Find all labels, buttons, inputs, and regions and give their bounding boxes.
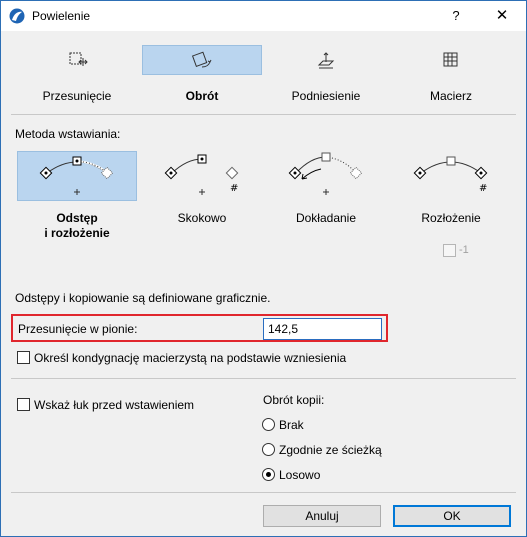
minus-one-label: -1 <box>459 244 469 256</box>
method-spacing-label-line2: i rozłożenie <box>44 226 110 240</box>
insertion-method-label: Metoda wstawiania: <box>15 127 121 141</box>
tab-matrix-label: Macierz <box>429 89 472 103</box>
vertical-offset-input[interactable]: 142,5 <box>263 318 382 340</box>
method-spacing-label-line1: Odstęp <box>56 211 98 225</box>
rotation-path-label: Zgodnie ze ścieżką <box>279 443 382 457</box>
tab-rotate-label: Obrót <box>185 89 219 103</box>
matrix-icon <box>443 52 458 67</box>
window-title: Powielenie <box>32 9 91 23</box>
method-step-label: Skokowo <box>177 211 227 225</box>
rotate-icon <box>191 51 212 68</box>
method-spacing-label: Odstęp i rozłożenie <box>17 211 137 241</box>
info-text: Odstępy i kopiowanie są definiowane graf… <box>15 291 271 305</box>
show-arc-label: Wskaż łuk przed wstawieniem <box>34 398 195 412</box>
parent-story-checkbox[interactable] <box>17 351 30 364</box>
elevate-icon <box>317 52 335 69</box>
rotation-none-label: Brak <box>279 418 304 432</box>
append-icon <box>288 152 363 195</box>
separator <box>11 492 516 493</box>
step-icon: # <box>164 154 238 195</box>
separator <box>11 378 516 379</box>
tab-move[interactable]: Przesunięcie <box>17 45 137 105</box>
app-logo-icon <box>9 8 25 24</box>
method-append[interactable]: Dokładanie <box>266 151 386 241</box>
rotation-random-label: Losowo <box>279 468 321 482</box>
separator <box>11 114 516 115</box>
svg-text:#: # <box>479 183 487 194</box>
help-button[interactable]: ? <box>433 1 479 31</box>
duplicate-dialog: Powielenie ? ✕ Przesunięcie Obrót Podnie… <box>0 0 527 537</box>
move-icon <box>69 52 88 66</box>
parent-story-label: Określ kondygnację macierzystą na podsta… <box>34 351 347 365</box>
method-distribute-label: Rozłożenie <box>421 211 481 225</box>
method-distribute[interactable]: # Rozłożenie -1 <box>391 151 511 257</box>
copy-rotation-label: Obrót kopii: <box>263 393 325 407</box>
rotation-path-radio[interactable] <box>262 443 275 456</box>
method-step[interactable]: # Skokowo <box>142 151 262 241</box>
tab-matrix[interactable]: Macierz <box>391 45 511 105</box>
rotation-random-radio[interactable] <box>262 468 275 481</box>
show-arc-checkbox[interactable] <box>17 398 30 411</box>
tab-move-label: Przesunięcie <box>42 89 112 103</box>
svg-text:#: # <box>230 183 238 194</box>
ok-button[interactable]: OK <box>393 505 511 527</box>
cancel-button[interactable]: Anuluj <box>263 505 381 527</box>
close-button[interactable]: ✕ <box>479 1 525 31</box>
method-spacing-distribution[interactable]: Odstęp i rozłożenie <box>17 151 137 241</box>
spacing-distribution-icon <box>39 156 114 195</box>
vertical-offset-label: Przesunięcie w pionie: <box>18 322 138 336</box>
title-bar: Powielenie ? ✕ <box>1 1 526 31</box>
method-append-label: Dokładanie <box>295 211 357 225</box>
tab-elevate-label: Podniesienie <box>291 89 361 103</box>
tab-elevate[interactable]: Podniesienie <box>266 45 386 105</box>
rotation-none-radio[interactable] <box>262 418 275 431</box>
tab-rotate[interactable]: Obrót <box>142 45 262 105</box>
minus-one-checkbox[interactable] <box>443 244 456 257</box>
distribute-icon: # <box>413 156 487 194</box>
